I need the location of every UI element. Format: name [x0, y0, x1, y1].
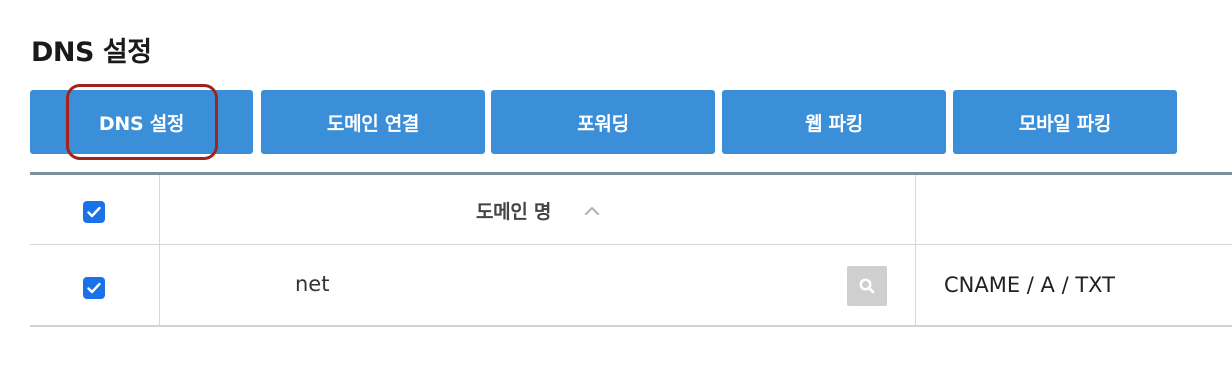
tab-domain-connect[interactable]: 도메인 연결	[261, 90, 485, 154]
column-divider	[159, 175, 160, 327]
select-all-checkbox[interactable]	[83, 201, 105, 223]
row-checkbox[interactable]	[83, 277, 105, 299]
record-types-cell: CNAME / A / TXT	[944, 273, 1116, 297]
table-top-border	[30, 172, 1232, 175]
tab-dns-settings[interactable]: DNS 설정	[30, 90, 253, 154]
domain-name-cell: net	[295, 272, 330, 296]
page-title: DNS 설정	[31, 37, 152, 68]
table-header-divider	[30, 244, 1232, 245]
column-divider	[915, 175, 916, 327]
domain-name-column-header[interactable]: 도메인 명	[476, 197, 551, 224]
tab-forwarding[interactable]: 포워딩	[491, 90, 715, 154]
check-icon	[87, 206, 101, 218]
tab-mobile-parking[interactable]: 모바일 파킹	[953, 90, 1177, 154]
tab-web-parking[interactable]: 웹 파킹	[722, 90, 946, 154]
chevron-up-icon[interactable]	[584, 206, 600, 216]
check-icon	[87, 282, 101, 294]
search-icon	[859, 278, 875, 294]
table-row-divider	[30, 325, 1232, 327]
domain-search-button[interactable]	[847, 266, 887, 306]
